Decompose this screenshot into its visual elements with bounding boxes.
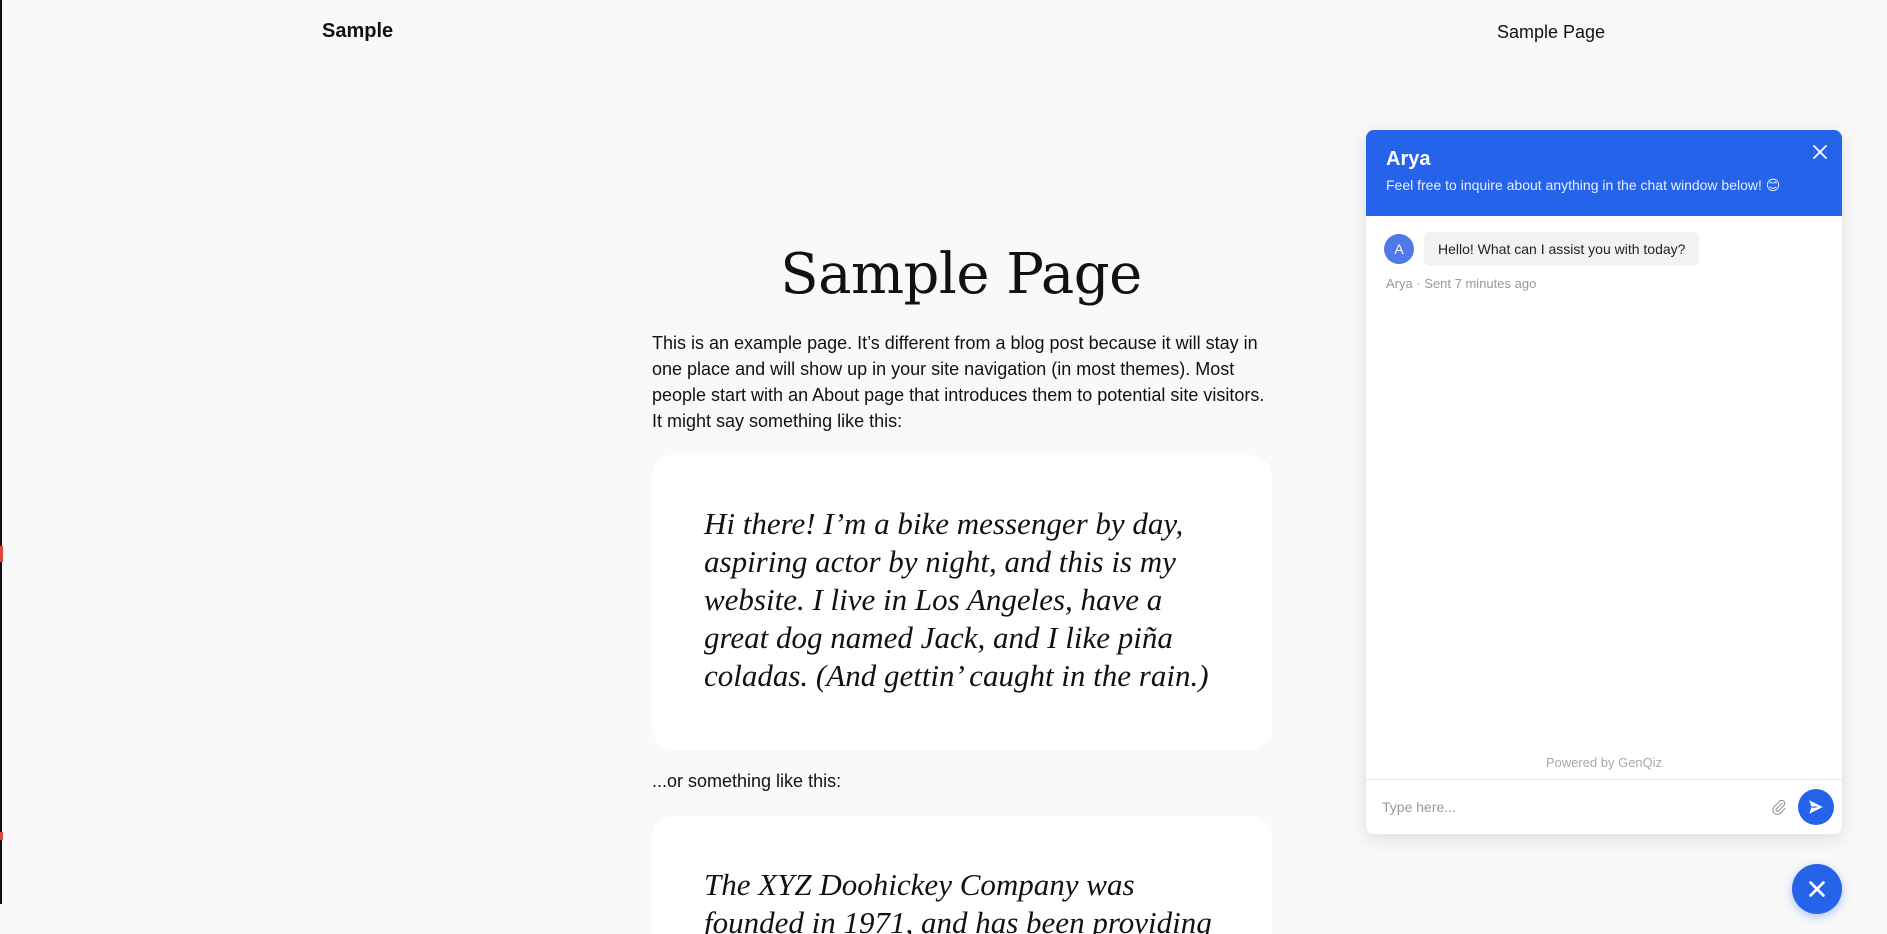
nav-link-sample-page[interactable]: Sample Page [1497, 22, 1605, 43]
quote-text: The XYZ Doohickey Company was founded in… [704, 867, 1212, 934]
chat-message: A Hello! What can I assist you with toda… [1384, 232, 1700, 266]
chat-window: Arya Feel free to inquire about anything… [1366, 130, 1842, 834]
left-edge-bar [0, 0, 2, 904]
avatar: A [1384, 234, 1414, 264]
close-icon [1809, 881, 1825, 897]
paperclip-icon[interactable] [1770, 798, 1788, 816]
between-paragraph: ...or something like this: [652, 771, 842, 791]
chat-composer [1366, 779, 1842, 834]
chat-header: Arya Feel free to inquire about anything… [1366, 130, 1842, 216]
site-title[interactable]: Sample [322, 20, 393, 43]
chat-subtitle: Feel free to inquire about anything in t… [1386, 177, 1781, 193]
quote-card: The XYZ Doohickey Company was founded in… [652, 816, 1272, 934]
message-meta: Arya · Sent 7 minutes ago [1386, 276, 1537, 291]
chat-agent-name: Arya [1386, 148, 1431, 170]
close-icon[interactable] [1808, 140, 1832, 164]
page-title: Sample Page [780, 241, 1142, 307]
message-bubble: Hello! What can I assist you with today? [1424, 232, 1700, 266]
left-edge-marker [0, 832, 3, 840]
page: Sample Sample Page Sample Page This is a… [0, 0, 1887, 934]
send-button[interactable] [1798, 789, 1834, 825]
chat-messages: A Hello! What can I assist you with toda… [1366, 216, 1842, 780]
chat-input[interactable] [1380, 790, 1754, 824]
powered-by[interactable]: Powered by GenQiz [1366, 755, 1842, 770]
left-edge-marker [0, 546, 3, 562]
quote-card: Hi there! I’m a bike messenger by day, a… [652, 455, 1272, 750]
chat-launcher-button[interactable] [1792, 864, 1842, 914]
send-icon [1809, 800, 1823, 814]
quote-text: Hi there! I’m a bike messenger by day, a… [704, 506, 1209, 693]
intro-paragraph: This is an example page. It’s different … [652, 333, 1265, 431]
